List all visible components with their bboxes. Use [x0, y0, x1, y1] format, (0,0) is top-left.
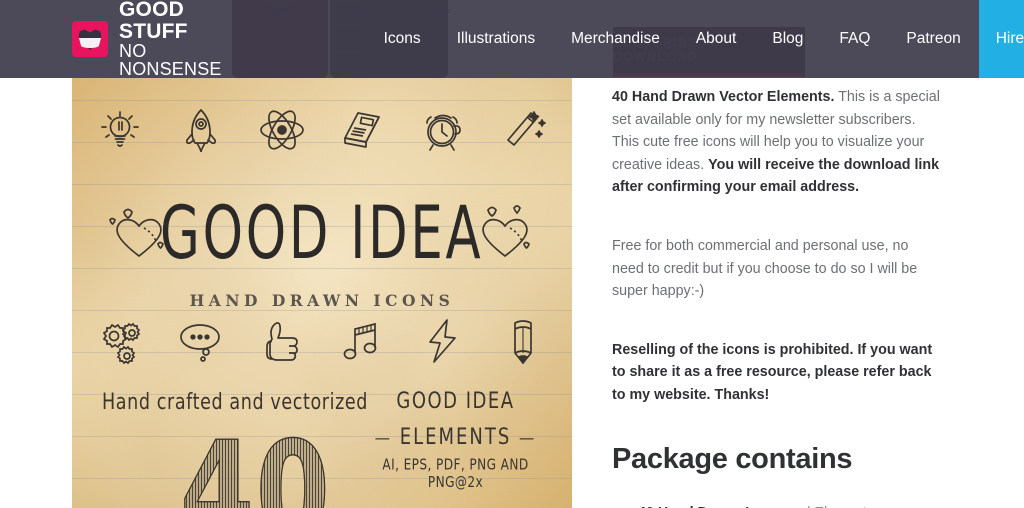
gears-icon — [94, 315, 146, 367]
nav-item-about[interactable]: About — [678, 0, 755, 78]
poster-subheadline: HAND DRAWN ICONS — [189, 291, 455, 310]
list-item: 40 Hand Drawn Icons and Elements — [638, 502, 942, 508]
icon-row-bottom — [94, 315, 550, 367]
product-description-column: 40 Hand Drawn Vector Elements. This is a… — [612, 86, 942, 508]
nav-item-illustrations[interactable]: Illustrations — [439, 0, 553, 78]
icon-row-top — [94, 104, 550, 156]
poster-info-title: GOOD IDEA — [396, 386, 515, 414]
brand-name-line2: NO NONSENSE — [119, 41, 222, 80]
poster-info-formats: AI, EPS, PDF, PNG AND PNG@2x — [382, 456, 529, 492]
nav-links: Icons Illustrations Merchandise About Bl… — [366, 0, 1024, 78]
pencil-icon — [498, 315, 550, 367]
rocket-icon — [175, 104, 227, 156]
poster-info-block: GOOD IDEA — ELEMENTS — AI, EPS, PDF, PNG… — [353, 386, 558, 492]
magic-wand-icon — [498, 104, 550, 156]
poster-footline: Hand crafted and vectorized — [102, 388, 369, 415]
alarm-clock-icon — [417, 104, 469, 156]
nav-item-blog[interactable]: Blog — [754, 0, 821, 78]
nav-item-icons[interactable]: Icons — [366, 0, 439, 78]
nav-item-hire-me[interactable]: Hire me — [978, 0, 1024, 78]
speech-bubble-icon — [175, 315, 227, 367]
nav-item-merchandise[interactable]: Merchandise — [553, 0, 678, 78]
list-item-rest: and Elements — [783, 505, 874, 508]
page-root: GOOD STUFF NO NONSENSE HAND CRAFTED AND … — [0, 0, 1024, 508]
package-contents-list: 40 Hand Drawn Icons and Elements 3 Style… — [612, 502, 942, 508]
heart-logo-icon — [72, 21, 108, 57]
description-paragraph-2: Free for both commercial and personal us… — [612, 237, 918, 300]
thumbs-up-icon — [256, 315, 308, 367]
music-note-icon — [336, 315, 388, 367]
poster-info-elements: — ELEMENTS — — [374, 422, 537, 450]
nav-item-faq[interactable]: FAQ — [821, 0, 888, 78]
list-item-bold: 40 Hand Drawn Icons — [638, 505, 783, 508]
nav-item-patreon[interactable]: Patreon — [888, 0, 978, 78]
lightbulb-icon — [94, 104, 146, 156]
poster-headline: GOOD IDEA — [160, 189, 484, 276]
product-preview-image[interactable]: GOOD IDEA HAND DRAWN ICONS Hand crafted … — [72, 78, 572, 508]
package-contains-heading: Package contains — [612, 442, 853, 475]
description-paragraph-3: Reselling of the icons is prohibited. If… — [612, 341, 933, 403]
top-navigation-bar: GOOD STUFF NO NONSENSE Icons Illustratio… — [0, 0, 1024, 79]
lightning-bolt-icon — [417, 315, 469, 367]
poster-headline-block: GOOD IDEA HAND DRAWN ICONS — [72, 189, 572, 310]
brand-logo-link[interactable]: GOOD STUFF NO NONSENSE — [72, 0, 222, 79]
poster-info-elements-label: ELEMENTS — [399, 422, 512, 450]
poster-count: 40 — [179, 411, 332, 508]
brand-text: GOOD STUFF NO NONSENSE — [119, 0, 222, 79]
brand-name-line1: GOOD STUFF — [119, 0, 188, 43]
atom-icon — [256, 104, 308, 156]
book-icon — [336, 104, 388, 156]
description-paragraph-1: 40 Hand Drawn Vector Elements. This is a… — [612, 86, 942, 199]
description-lead-bold: 40 Hand Drawn Vector Elements. — [612, 89, 835, 105]
